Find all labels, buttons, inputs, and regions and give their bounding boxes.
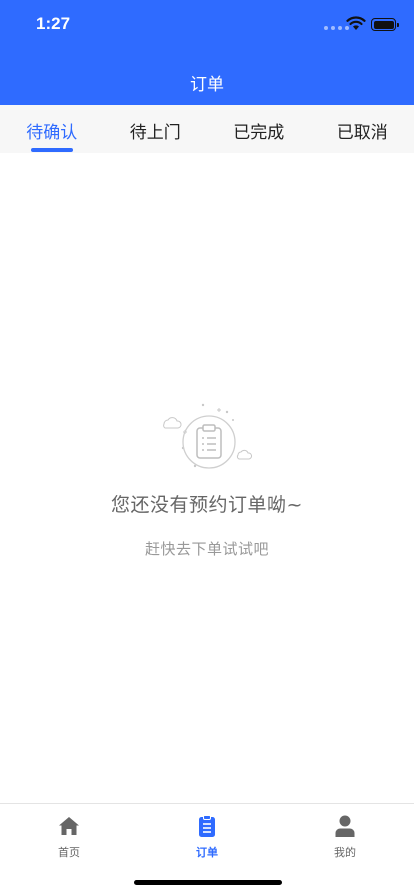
order-status-tabs: 待确认 待上门 已完成 已取消 bbox=[0, 105, 414, 153]
tabbar-item-profile[interactable]: 我的 bbox=[276, 804, 414, 896]
tabbar-item-home[interactable]: 首页 bbox=[0, 804, 138, 896]
tabbar-label: 首页 bbox=[58, 846, 80, 859]
tab-awaiting-visit[interactable]: 待上门 bbox=[104, 105, 208, 153]
tab-completed[interactable]: 已完成 bbox=[207, 105, 311, 153]
active-tab-indicator bbox=[30, 148, 73, 152]
tab-label: 待确认 bbox=[26, 123, 78, 143]
status-bar: 1:27 bbox=[0, 0, 414, 50]
battery-icon bbox=[371, 18, 399, 31]
tab-label: 已完成 bbox=[233, 123, 285, 143]
tabbar-label: 订单 bbox=[196, 846, 218, 859]
user-icon bbox=[335, 815, 355, 837]
empty-order-illustration-icon bbox=[163, 403, 253, 469]
tab-pending-confirmation[interactable]: 待确认 bbox=[0, 105, 104, 153]
home-indicator[interactable] bbox=[134, 880, 282, 885]
empty-state-subtitle: 赶快去下单试试吧 bbox=[144, 540, 269, 558]
app-header: 1:27 订单 bbox=[0, 0, 414, 105]
wifi-icon bbox=[346, 16, 366, 30]
tab-label: 待上门 bbox=[129, 123, 181, 143]
tabbar-label: 我的 bbox=[334, 846, 356, 859]
home-icon bbox=[59, 817, 79, 835]
tab-cancelled[interactable]: 已取消 bbox=[311, 105, 414, 153]
clipboard-icon bbox=[199, 815, 215, 837]
page-title: 订单 bbox=[190, 75, 224, 95]
status-time: 1:27 bbox=[36, 14, 71, 33]
empty-state-title: 您还没有预约订单呦~ bbox=[111, 494, 303, 516]
tab-label: 已取消 bbox=[336, 123, 388, 143]
